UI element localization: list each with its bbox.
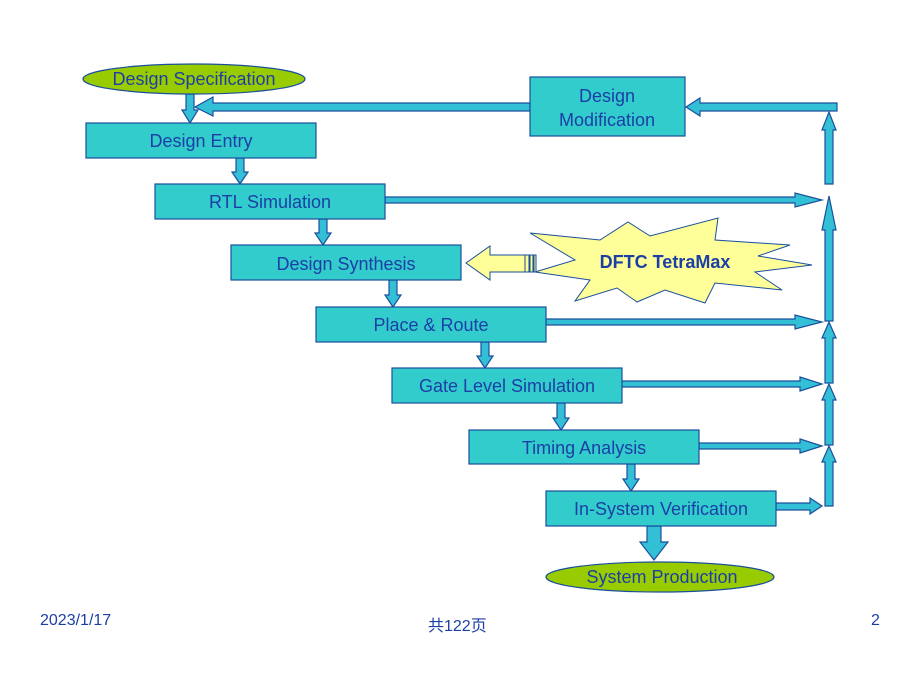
feedback-up-arrow: [821, 320, 837, 384]
footer-page-number: 2: [871, 612, 880, 629]
step-label: Gate Level Simulation: [419, 376, 595, 396]
feedback-up-arrow: [821, 110, 837, 185]
down-arrow: [638, 525, 670, 561]
feedback-up-arrow: [821, 382, 837, 446]
footer-date: 2023/1/17: [40, 612, 112, 629]
timing-feedback-arrow: [698, 438, 824, 454]
modification-label-line1: Design: [579, 86, 635, 106]
step-label: Design Synthesis: [276, 254, 415, 274]
tool-arrow-stripe: [533, 254, 537, 273]
verification-feedback-arrow: [775, 496, 824, 516]
start-label: Design Specification: [112, 69, 275, 89]
down-arrow: [383, 279, 403, 309]
rtl-feedback-arrow: [384, 192, 825, 208]
step-label: Timing Analysis: [522, 438, 646, 458]
feedback-up-arrow: [821, 444, 837, 507]
down-arrow: [313, 218, 333, 247]
down-arrow: [180, 93, 200, 125]
feedback-to-modification-arrow: [684, 96, 838, 118]
footer-page-count: 共122页: [428, 618, 487, 635]
down-arrow: [475, 341, 495, 370]
tool-arrow-stripe: [529, 254, 534, 273]
step-label: In-System Verification: [574, 499, 748, 519]
place-feedback-arrow: [545, 314, 825, 330]
down-arrow: [551, 402, 571, 432]
modification-label-line2: Modification: [559, 110, 655, 130]
tool-arrow-stripe: [524, 254, 530, 273]
step-label: Place & Route: [373, 315, 488, 335]
feedback-up-arrow: [821, 195, 837, 322]
down-arrow: [621, 463, 641, 493]
tool-label: DFTC TetraMax: [600, 252, 731, 272]
down-arrow: [230, 157, 250, 186]
modification-to-entry-arrow: [193, 95, 531, 117]
tool-to-synthesis-arrow: [465, 245, 526, 281]
step-label: RTL Simulation: [209, 192, 331, 212]
end-label: System Production: [586, 567, 737, 587]
gate-feedback-arrow: [621, 376, 824, 392]
design-flow-diagram: DFTC TetraMax Design Specification Syste…: [82, 63, 838, 593]
step-label: Design Entry: [149, 131, 252, 151]
